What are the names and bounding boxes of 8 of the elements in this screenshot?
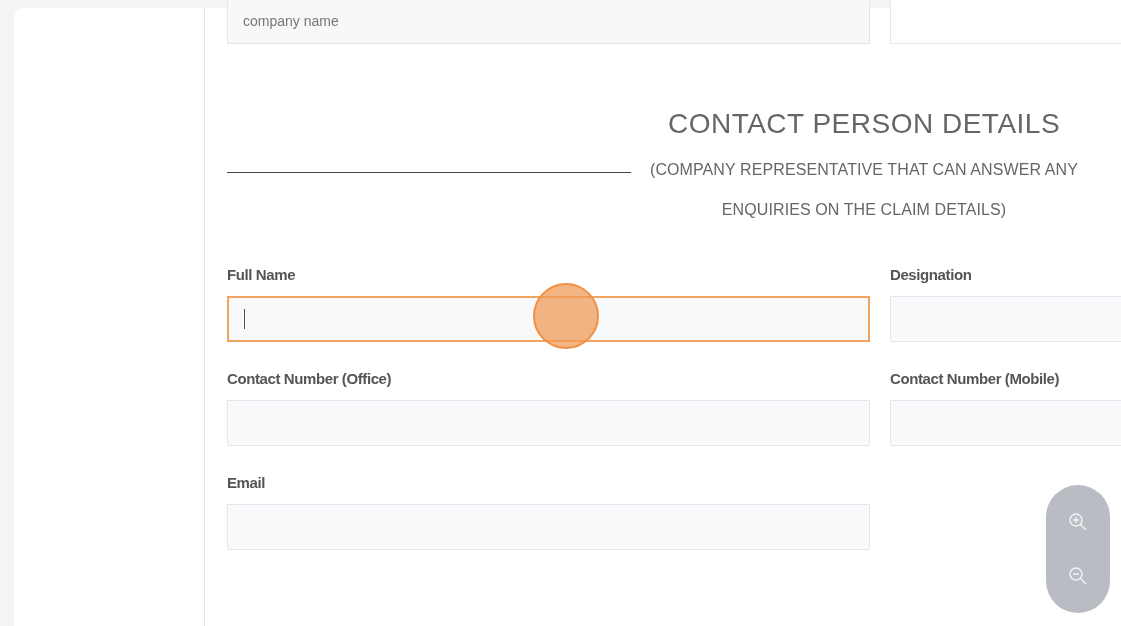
field-label: Full Name (227, 266, 297, 284)
field-label: Contact Number (Mobile) (890, 370, 1061, 388)
field-label: Designation (890, 266, 973, 284)
field-label: Contact Number (Office) (227, 370, 393, 388)
section-title: CONTACT PERSON DETAILS (667, 108, 1061, 140)
section-subtitle: (COMPANY REPRESENTATIVE THAT CAN ANSWER ANY ENQUIRIES ON THE CLAIM DETAILS) (648, 160, 1080, 220)
field-label: Email (227, 474, 267, 492)
input-field[interactable]: company name (227, 0, 870, 44)
